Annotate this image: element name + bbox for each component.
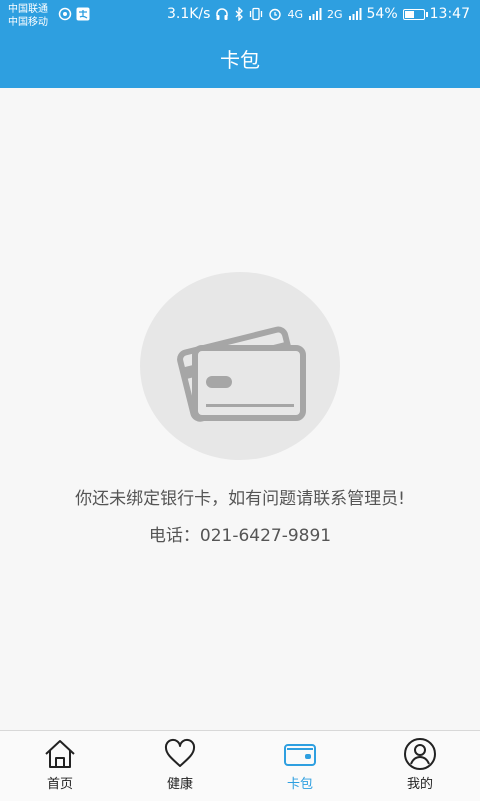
tab-label: 首页: [46, 777, 73, 792]
alarm-icon: [269, 8, 282, 21]
tab-mine[interactable]: 我的: [360, 731, 480, 801]
user-icon: [404, 738, 436, 770]
battery-level: [404, 10, 414, 18]
wallet-icon: [284, 744, 316, 766]
carrier-labels: 中国联通 中国移动: [8, 3, 48, 29]
network-speed: 3.1K/s: [166, 6, 211, 22]
hotspot-icon: [58, 7, 72, 21]
tab-health[interactable]: 健康: [120, 731, 240, 801]
bluetooth-icon: [235, 7, 244, 21]
carrier-2: 中国移动: [8, 17, 48, 28]
empty-state-illustration: [140, 272, 340, 460]
battery-percent: 54%: [366, 6, 398, 22]
tab-label: 我的: [406, 777, 433, 792]
signal-2-label: 2G: [326, 7, 343, 21]
bank-cards-icon: [177, 326, 306, 422]
status-bar: 中国联通 中国移动 3.1K/s 4G 2G 54% 13:47: [0, 0, 480, 32]
empty-message: 你还未绑定银行卡，如有问题请联系管理员!: [75, 489, 405, 509]
tab-label: 卡包: [286, 777, 313, 792]
tab-home[interactable]: 首页: [0, 731, 120, 801]
signal-icon: [308, 8, 322, 20]
tab-label: 健康: [166, 777, 193, 792]
tab-wallet[interactable]: 卡包: [240, 731, 360, 801]
alipay-icon: [76, 7, 90, 21]
signal-icon: [348, 8, 362, 20]
clock: 13:47: [429, 6, 470, 22]
headset-icon: [216, 8, 229, 20]
vibrate-icon: [250, 7, 263, 21]
bottom-tab-bar: 首页 健康 卡包 我的: [0, 730, 480, 801]
signal-1-label: 4G: [287, 7, 303, 21]
carrier-1: 中国联通: [8, 4, 48, 15]
heart-icon: [164, 738, 196, 767]
contact-phone: 电话：021-6427-9891: [148, 526, 332, 546]
battery-icon: [402, 8, 428, 20]
page-title: 卡包: [0, 32, 480, 88]
home-icon: [45, 740, 75, 768]
